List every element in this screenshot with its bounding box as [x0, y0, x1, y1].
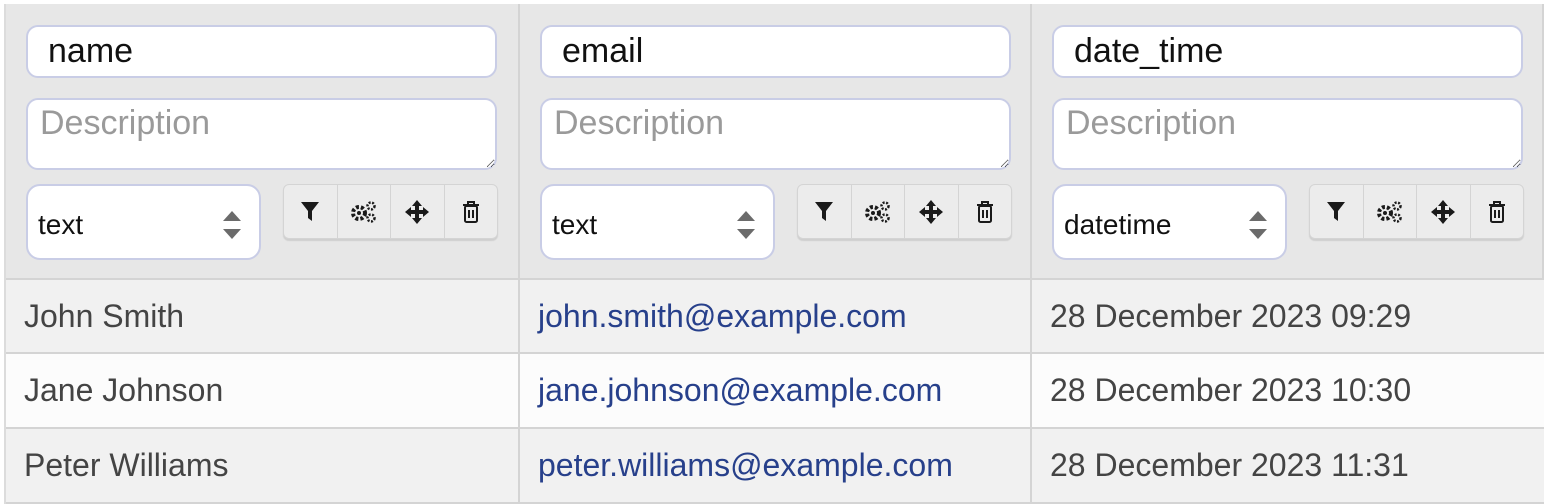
filter-button[interactable]	[1310, 185, 1364, 238]
move-icon	[405, 199, 430, 224]
column-type-select[interactable]: text	[540, 184, 775, 260]
column-type-select[interactable]: datetime	[1052, 184, 1287, 260]
column-description-input[interactable]	[540, 98, 1011, 170]
move-icon	[1431, 199, 1456, 224]
column-type-value: datetime	[1064, 209, 1172, 240]
trash-icon	[1488, 200, 1505, 223]
move-button[interactable]	[391, 185, 445, 238]
move-button[interactable]	[1417, 185, 1471, 238]
cell-date-time: 28 December 2023 11:31	[1032, 429, 1544, 504]
move-button[interactable]	[905, 185, 959, 238]
select-updown-icon	[1249, 211, 1267, 239]
column-type-value: text	[38, 209, 84, 240]
select-updown-icon	[223, 211, 241, 239]
filter-icon	[301, 201, 320, 221]
filter-button[interactable]	[798, 185, 852, 238]
data-table: text text	[4, 4, 1544, 504]
column-header-name: text	[6, 4, 520, 280]
column-tools	[797, 184, 1012, 239]
filter-icon	[1327, 201, 1346, 221]
cell-date-time: 28 December 2023 10:30	[1032, 354, 1544, 429]
trash-icon	[462, 200, 479, 223]
gears-icon	[1376, 200, 1402, 223]
cell-email-link[interactable]: jane.johnson@example.com	[520, 354, 1032, 429]
cell-name: John Smith	[6, 280, 520, 354]
cell-date-time: 28 December 2023 09:29	[1032, 280, 1544, 354]
cell-name: Jane Johnson	[6, 354, 520, 429]
filter-icon	[815, 201, 834, 221]
delete-button[interactable]	[959, 185, 1012, 238]
column-type-value: text	[552, 209, 598, 240]
settings-button[interactable]	[338, 185, 391, 238]
cell-email-link[interactable]: peter.williams@example.com	[520, 429, 1032, 504]
delete-button[interactable]	[1471, 185, 1524, 238]
move-icon	[919, 199, 944, 224]
column-name-input[interactable]	[1052, 25, 1523, 78]
filter-button[interactable]	[284, 185, 338, 238]
column-tools	[1309, 184, 1524, 239]
column-description-input[interactable]	[1052, 98, 1523, 170]
gears-icon	[350, 200, 376, 223]
column-tools	[283, 184, 498, 239]
cell-email-link[interactable]: john.smith@example.com	[520, 280, 1032, 354]
settings-button[interactable]	[852, 185, 905, 238]
trash-icon	[976, 200, 993, 223]
gears-icon	[864, 200, 890, 223]
column-name-input[interactable]	[26, 25, 497, 78]
column-header-email: text	[520, 4, 1032, 280]
cell-name: Peter Williams	[6, 429, 520, 504]
settings-button[interactable]	[1364, 185, 1417, 238]
column-type-select[interactable]: text	[26, 184, 261, 260]
select-updown-icon	[737, 211, 755, 239]
column-name-input[interactable]	[540, 25, 1011, 78]
column-header-date-time: datetime	[1032, 4, 1544, 280]
delete-button[interactable]	[445, 185, 498, 238]
column-description-input[interactable]	[26, 98, 497, 170]
